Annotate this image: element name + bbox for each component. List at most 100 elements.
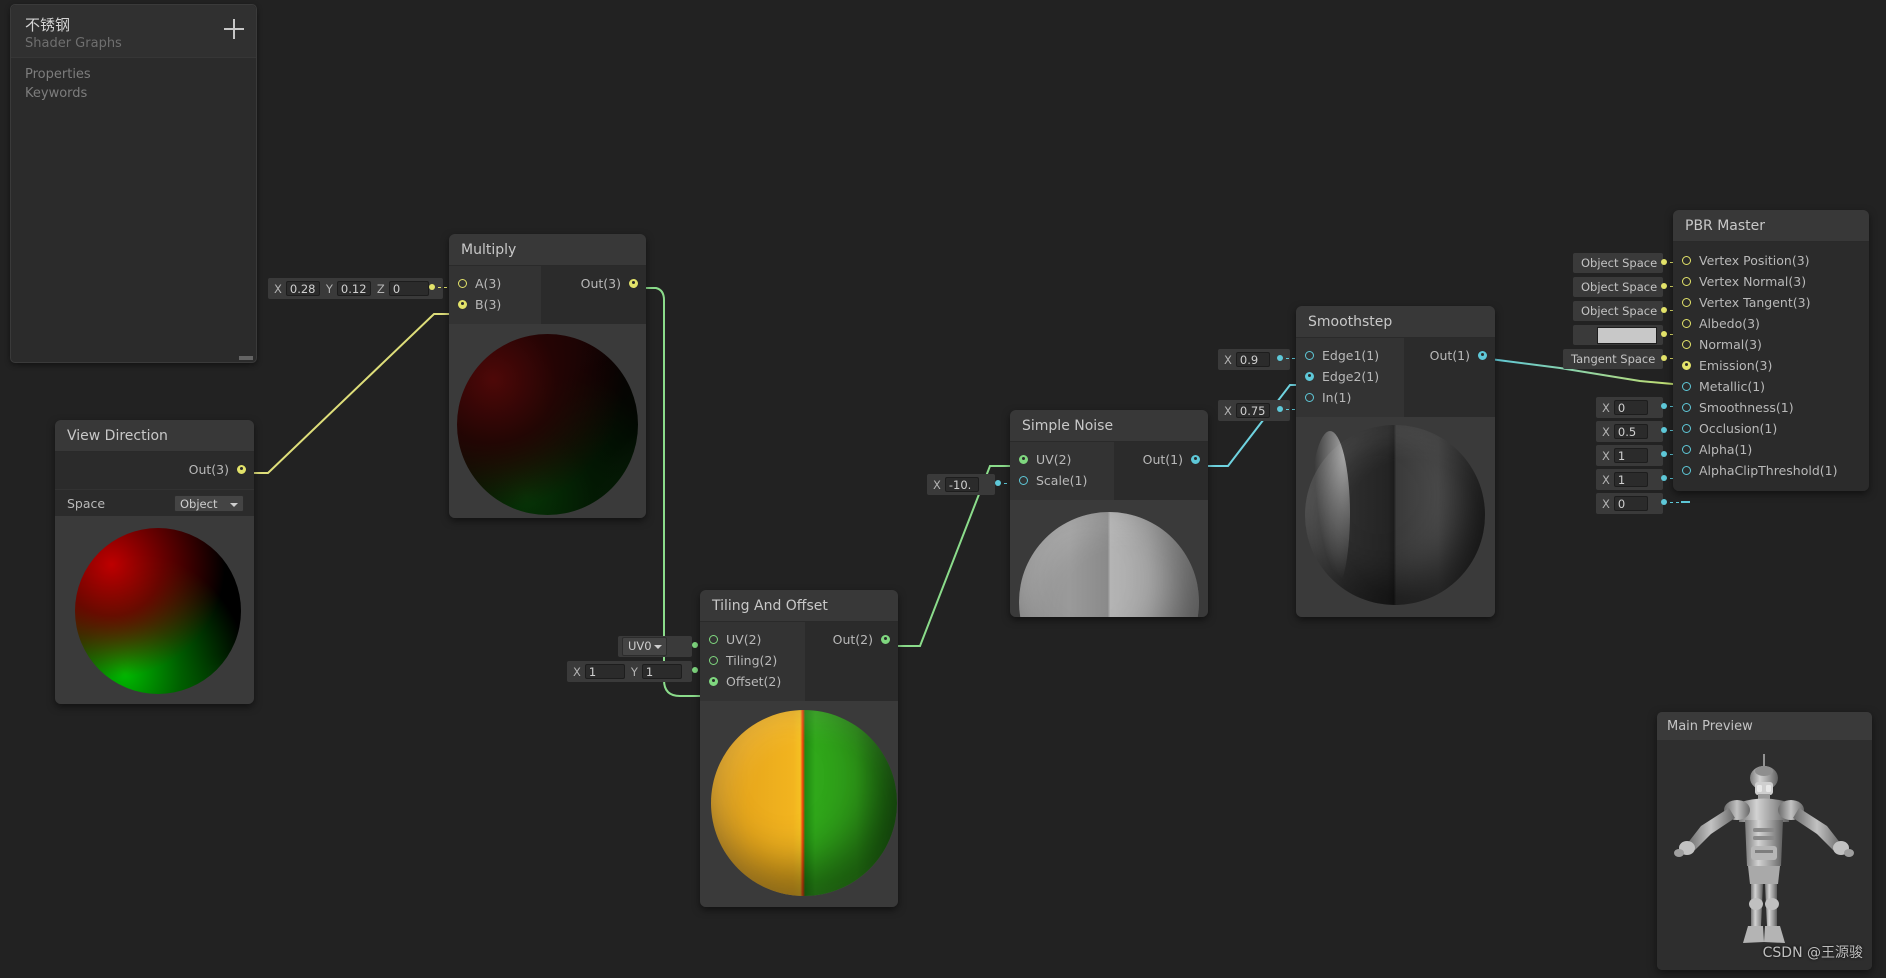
main-preview-header[interactable]: Main Preview bbox=[1657, 712, 1872, 740]
port-row-edge2[interactable]: Edge2(1) bbox=[1296, 366, 1404, 387]
port-row-in[interactable]: In(1) bbox=[1296, 387, 1404, 408]
widget-vertex-normal[interactable]: Object Space bbox=[1573, 277, 1663, 297]
port-row-uv[interactable]: UV(2) bbox=[700, 629, 805, 650]
port-row-occlusion[interactable]: Occlusion(1) bbox=[1673, 418, 1869, 439]
port-dot-out[interactable] bbox=[629, 279, 638, 288]
field-group-noise-scale[interactable]: X -10. bbox=[927, 474, 995, 495]
node-header-tiling-and-offset[interactable]: Tiling And Offset bbox=[700, 590, 898, 622]
port-row-a3[interactable]: A(3) bbox=[449, 273, 541, 294]
port-row-albedo[interactable]: Albedo(3) bbox=[1673, 313, 1869, 334]
field-input-x[interactable]: 0.75 bbox=[1235, 403, 1270, 418]
field-input-z[interactable]: 0 bbox=[388, 281, 429, 296]
port-dot-scale[interactable] bbox=[1019, 476, 1028, 485]
port-dot-albedo[interactable] bbox=[1682, 319, 1691, 328]
port-dot-out[interactable] bbox=[881, 635, 890, 644]
uv-channel-dropdown[interactable]: UV0 bbox=[622, 637, 667, 656]
blackboard-section-keywords[interactable]: Keywords bbox=[25, 86, 87, 101]
port-row-vertex-tangent[interactable]: Vertex Tangent(3) bbox=[1673, 292, 1869, 313]
field-input-metallic[interactable]: 0 bbox=[1613, 400, 1648, 415]
port-dot-offset[interactable] bbox=[709, 677, 718, 686]
port-dot-b[interactable] bbox=[458, 300, 467, 309]
field-input-x[interactable]: 1 bbox=[584, 664, 625, 679]
add-property-button[interactable] bbox=[224, 19, 244, 39]
port-row-noise-out[interactable]: Out(1) bbox=[1114, 449, 1208, 470]
port-dot-vertex-tangent[interactable] bbox=[1682, 298, 1691, 307]
main-preview-panel[interactable]: Main Preview CSDN @王源骏 bbox=[1657, 712, 1872, 970]
port-dot-vertex-normal[interactable] bbox=[1682, 277, 1691, 286]
port-row-tiling[interactable]: Tiling(2) bbox=[700, 650, 805, 671]
field-input-smoothness[interactable]: 0.5 bbox=[1613, 424, 1648, 439]
port-dot-edge2[interactable] bbox=[1305, 372, 1314, 381]
port-dot-emission[interactable] bbox=[1682, 361, 1691, 370]
port-dot-edge1[interactable] bbox=[1305, 351, 1314, 360]
field-group-alpha-clip[interactable]: X 0 bbox=[1596, 493, 1663, 514]
port-row-offset[interactable]: Offset(2) bbox=[700, 671, 805, 692]
port-dot-out[interactable] bbox=[237, 465, 246, 474]
field-group-alpha[interactable]: X 1 bbox=[1596, 469, 1663, 490]
field-input-occlusion[interactable]: 1 bbox=[1613, 448, 1648, 463]
port-dot-normal[interactable] bbox=[1682, 340, 1691, 349]
port-row-uv[interactable]: UV(2) bbox=[1010, 449, 1114, 470]
node-header-view-direction[interactable]: View Direction bbox=[55, 420, 254, 452]
port-row-scale[interactable]: Scale(1) bbox=[1010, 470, 1114, 491]
port-dot-a[interactable] bbox=[458, 279, 467, 288]
field-group-smoothness[interactable]: X 0.5 bbox=[1596, 421, 1663, 442]
node-preview-view-direction[interactable] bbox=[55, 516, 254, 704]
node-control-space[interactable]: Space Object bbox=[55, 489, 254, 516]
port-row-alpha-clip[interactable]: AlphaClipThreshold(1) bbox=[1673, 460, 1869, 481]
field-input-alpha[interactable]: 1 bbox=[1613, 472, 1648, 487]
node-header-multiply[interactable]: Multiply bbox=[449, 234, 646, 266]
port-row-emission[interactable]: Emission(3) bbox=[1673, 355, 1869, 376]
port-dot-metallic[interactable] bbox=[1682, 382, 1691, 391]
port-row-tiling-out[interactable]: Out(2) bbox=[805, 629, 898, 650]
port-dot-alpha-clip[interactable] bbox=[1682, 466, 1691, 475]
node-view-direction[interactable]: View Direction Out(3) Space Object bbox=[55, 420, 254, 704]
field-input-alpha-clip[interactable]: 0 bbox=[1613, 496, 1648, 511]
node-header-simple-noise[interactable]: Simple Noise bbox=[1010, 410, 1208, 442]
port-dot-uv[interactable] bbox=[1019, 455, 1028, 464]
port-row-b3[interactable]: B(3) bbox=[449, 294, 541, 315]
field-group-multiply-a[interactable]: X 0.28 Y 0.12 Z 0 bbox=[268, 278, 443, 299]
field-input-y[interactable]: 1 bbox=[641, 664, 682, 679]
widget-normal-space[interactable]: Tangent Space bbox=[1563, 349, 1663, 369]
blackboard-resize-handle[interactable] bbox=[239, 356, 253, 360]
blackboard-panel[interactable]: 不锈钢 Shader Graphs Properties Keywords bbox=[10, 4, 257, 363]
node-preview-simple-noise[interactable] bbox=[1010, 500, 1208, 617]
port-row-smoothness[interactable]: Smoothness(1) bbox=[1673, 397, 1869, 418]
port-row-alpha[interactable]: Alpha(1) bbox=[1673, 439, 1869, 460]
field-input-x[interactable]: 0.9 bbox=[1235, 352, 1270, 367]
widget-albedo-color[interactable] bbox=[1573, 325, 1663, 345]
field-group-uv-channel[interactable]: UV0 bbox=[618, 636, 692, 657]
port-row-out3[interactable]: Out(3) bbox=[55, 459, 254, 480]
node-header-pbr-master[interactable]: PBR Master bbox=[1673, 210, 1869, 242]
port-dot-vertex-position[interactable] bbox=[1682, 256, 1691, 265]
port-dot-smoothness[interactable] bbox=[1682, 403, 1691, 412]
field-input-x[interactable]: -10. bbox=[944, 477, 979, 492]
port-row-vertex-position[interactable]: Vertex Position(3) bbox=[1673, 250, 1869, 271]
node-multiply[interactable]: Multiply A(3) B(3) Out(3) bbox=[449, 234, 646, 518]
field-group-tiling[interactable]: X 1 Y 1 bbox=[567, 661, 692, 682]
port-dot-out[interactable] bbox=[1191, 455, 1200, 464]
port-row-metallic[interactable]: Metallic(1) bbox=[1673, 376, 1869, 397]
node-preview-smoothstep[interactable] bbox=[1296, 417, 1495, 617]
node-tiling-and-offset[interactable]: Tiling And Offset UV(2) Tiling(2) Offset… bbox=[700, 590, 898, 907]
field-group-occlusion[interactable]: X 1 bbox=[1596, 445, 1663, 466]
node-preview-multiply[interactable] bbox=[449, 324, 646, 518]
node-pbr-master[interactable]: PBR Master Vertex Position(3) Vertex Nor… bbox=[1673, 210, 1869, 491]
field-group-metallic[interactable]: X 0 bbox=[1596, 397, 1663, 418]
port-row-mult-out[interactable]: Out(3) bbox=[541, 273, 646, 294]
widget-vertex-position[interactable]: Object Space bbox=[1573, 253, 1663, 273]
port-dot-out[interactable] bbox=[1478, 351, 1487, 360]
field-input-x[interactable]: 0.28 bbox=[285, 281, 320, 296]
blackboard-section-properties[interactable]: Properties bbox=[25, 67, 91, 82]
node-preview-tiling-and-offset[interactable] bbox=[700, 701, 898, 907]
port-dot-in[interactable] bbox=[1305, 393, 1314, 402]
node-smoothstep[interactable]: Smoothstep Edge1(1) Edge2(1) In(1) Out(1… bbox=[1296, 306, 1495, 617]
port-row-smoothstep-out[interactable]: Out(1) bbox=[1404, 345, 1495, 366]
main-preview-viewport[interactable]: CSDN @王源骏 bbox=[1657, 740, 1872, 970]
port-row-normal[interactable]: Normal(3) bbox=[1673, 334, 1869, 355]
widget-vertex-tangent[interactable]: Object Space bbox=[1573, 301, 1663, 321]
node-header-smoothstep[interactable]: Smoothstep bbox=[1296, 306, 1495, 338]
port-row-edge1[interactable]: Edge1(1) bbox=[1296, 345, 1404, 366]
port-dot-occlusion[interactable] bbox=[1682, 424, 1691, 433]
